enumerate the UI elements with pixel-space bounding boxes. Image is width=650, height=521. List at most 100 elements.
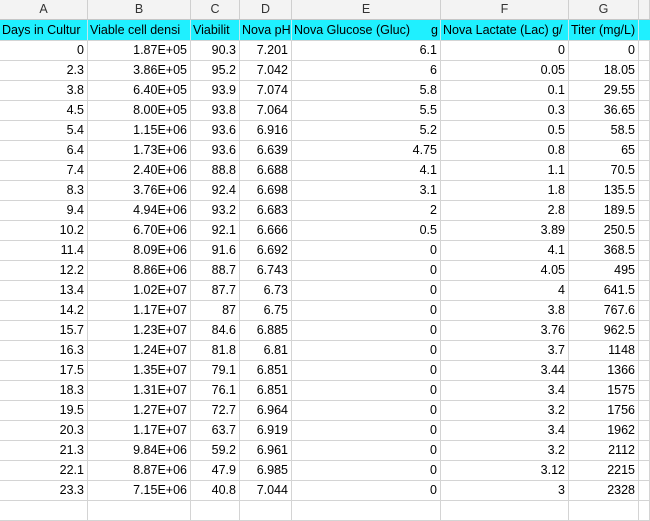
- cell-viability[interactable]: 84.6: [191, 321, 240, 340]
- column-header-b[interactable]: B: [88, 0, 191, 19]
- cell-nova-lactate[interactable]: 1.1: [441, 161, 569, 180]
- cell-nova-lactate[interactable]: 0.5: [441, 121, 569, 140]
- cell-titer[interactable]: 495: [569, 261, 639, 280]
- cell-viable-cell-density[interactable]: 7.15E+06: [88, 481, 191, 500]
- cell-viability[interactable]: 93.6: [191, 121, 240, 140]
- cell-days[interactable]: 8.3: [0, 181, 88, 200]
- cell-days[interactable]: 0: [0, 41, 88, 60]
- cell-days[interactable]: 12.2: [0, 261, 88, 280]
- cell-nova-glucose[interactable]: 0: [292, 461, 441, 480]
- cell-nova-ph[interactable]: 6.916: [240, 121, 292, 140]
- cell-nova-lactate[interactable]: 3: [441, 481, 569, 500]
- cell-empty[interactable]: [639, 141, 650, 160]
- header-nova-glucose[interactable]: Nova Glucose (Gluc) g: [292, 20, 441, 40]
- cell-titer[interactable]: 1366: [569, 361, 639, 380]
- cell-empty[interactable]: [639, 121, 650, 140]
- cell-viability[interactable]: 87.7: [191, 281, 240, 300]
- cell-days[interactable]: 17.5: [0, 361, 88, 380]
- cell-viability[interactable]: 93.2: [191, 201, 240, 220]
- cell-viability[interactable]: 76.1: [191, 381, 240, 400]
- cell-viable-cell-density[interactable]: 1.17E+07: [88, 421, 191, 440]
- cell-viability[interactable]: 93.9: [191, 81, 240, 100]
- cell-viable-cell-density[interactable]: 4.94E+06: [88, 201, 191, 220]
- cell-nova-ph[interactable]: 6.919: [240, 421, 292, 440]
- cell-empty[interactable]: [639, 41, 650, 60]
- cell-viability[interactable]: 92.1: [191, 221, 240, 240]
- cell-nova-ph[interactable]: 6.851: [240, 381, 292, 400]
- cell-nova-lactate[interactable]: 3.44: [441, 361, 569, 380]
- cell[interactable]: [240, 501, 292, 520]
- cell-empty[interactable]: [639, 101, 650, 120]
- cell-empty[interactable]: [639, 481, 650, 500]
- cell-viability[interactable]: 93.8: [191, 101, 240, 120]
- cell-nova-glucose[interactable]: 0: [292, 481, 441, 500]
- cell[interactable]: [88, 501, 191, 520]
- cell-titer[interactable]: 58.5: [569, 121, 639, 140]
- cell-nova-ph[interactable]: 7.201: [240, 41, 292, 60]
- cell-days[interactable]: 10.2: [0, 221, 88, 240]
- header-nova-ph[interactable]: Nova pH: [240, 20, 292, 40]
- cell-titer[interactable]: 1148: [569, 341, 639, 360]
- cell-empty[interactable]: [639, 441, 650, 460]
- cell-empty[interactable]: [639, 261, 650, 280]
- cell-nova-ph[interactable]: 7.042: [240, 61, 292, 80]
- cell-nova-glucose[interactable]: 0: [292, 301, 441, 320]
- cell-nova-lactate[interactable]: 1.8: [441, 181, 569, 200]
- cell-nova-glucose[interactable]: 0: [292, 361, 441, 380]
- cell-days[interactable]: 11.4: [0, 241, 88, 260]
- cell-titer[interactable]: 368.5: [569, 241, 639, 260]
- cell-nova-glucose[interactable]: 5.8: [292, 81, 441, 100]
- cell-viable-cell-density[interactable]: 8.87E+06: [88, 461, 191, 480]
- cell-viable-cell-density[interactable]: 1.15E+06: [88, 121, 191, 140]
- cell-days[interactable]: 14.2: [0, 301, 88, 320]
- cell-nova-glucose[interactable]: 0: [292, 281, 441, 300]
- cell-viability[interactable]: 88.7: [191, 261, 240, 280]
- cell-nova-lactate[interactable]: 3.76: [441, 321, 569, 340]
- cell-nova-lactate[interactable]: 0.8: [441, 141, 569, 160]
- cell-nova-glucose[interactable]: 0: [292, 321, 441, 340]
- cell-viability[interactable]: 40.8: [191, 481, 240, 500]
- cell-nova-ph[interactable]: 6.743: [240, 261, 292, 280]
- cell-viability[interactable]: 95.2: [191, 61, 240, 80]
- cell-viable-cell-density[interactable]: 8.00E+05: [88, 101, 191, 120]
- cell-nova-lactate[interactable]: 4.05: [441, 261, 569, 280]
- cell[interactable]: [292, 501, 441, 520]
- cell-days[interactable]: 2.3: [0, 61, 88, 80]
- cell-nova-ph[interactable]: 7.064: [240, 101, 292, 120]
- cell-titer[interactable]: 1575: [569, 381, 639, 400]
- cell-days[interactable]: 23.3: [0, 481, 88, 500]
- header-titer[interactable]: Titer (mg/L): [569, 20, 639, 40]
- cell-nova-glucose[interactable]: 2: [292, 201, 441, 220]
- column-header-e[interactable]: E: [292, 0, 441, 19]
- cell-titer[interactable]: 962.5: [569, 321, 639, 340]
- cell-empty[interactable]: [639, 221, 650, 240]
- cell-titer[interactable]: 2328: [569, 481, 639, 500]
- cell-titer[interactable]: 2112: [569, 441, 639, 460]
- cell-nova-glucose[interactable]: 0: [292, 421, 441, 440]
- cell-titer[interactable]: 70.5: [569, 161, 639, 180]
- cell-nova-lactate[interactable]: 3.4: [441, 421, 569, 440]
- column-header-h[interactable]: [639, 0, 650, 19]
- cell-nova-ph[interactable]: 6.666: [240, 221, 292, 240]
- cell-nova-lactate[interactable]: 4: [441, 281, 569, 300]
- cell-days[interactable]: 7.4: [0, 161, 88, 180]
- cell-viable-cell-density[interactable]: 1.35E+07: [88, 361, 191, 380]
- column-header-a[interactable]: A: [0, 0, 88, 19]
- cell-viable-cell-density[interactable]: 8.09E+06: [88, 241, 191, 260]
- cell-nova-glucose[interactable]: 0: [292, 261, 441, 280]
- cell-days[interactable]: 20.3: [0, 421, 88, 440]
- cell-viable-cell-density[interactable]: 1.24E+07: [88, 341, 191, 360]
- cell-viability[interactable]: 63.7: [191, 421, 240, 440]
- cell-days[interactable]: 18.3: [0, 381, 88, 400]
- cell-viable-cell-density[interactable]: 1.73E+06: [88, 141, 191, 160]
- cell-empty[interactable]: [639, 461, 650, 480]
- header-viable-cell-density[interactable]: Viable cell densi: [88, 20, 191, 40]
- cell-nova-lactate[interactable]: 0.3: [441, 101, 569, 120]
- cell-titer[interactable]: 767.6: [569, 301, 639, 320]
- cell-viable-cell-density[interactable]: 2.40E+06: [88, 161, 191, 180]
- cell-nova-glucose[interactable]: 4.1: [292, 161, 441, 180]
- cell-nova-glucose[interactable]: 5.5: [292, 101, 441, 120]
- header-viability[interactable]: Viabilit: [191, 20, 240, 40]
- cell-viable-cell-density[interactable]: 3.76E+06: [88, 181, 191, 200]
- cell-nova-lactate[interactable]: 0.1: [441, 81, 569, 100]
